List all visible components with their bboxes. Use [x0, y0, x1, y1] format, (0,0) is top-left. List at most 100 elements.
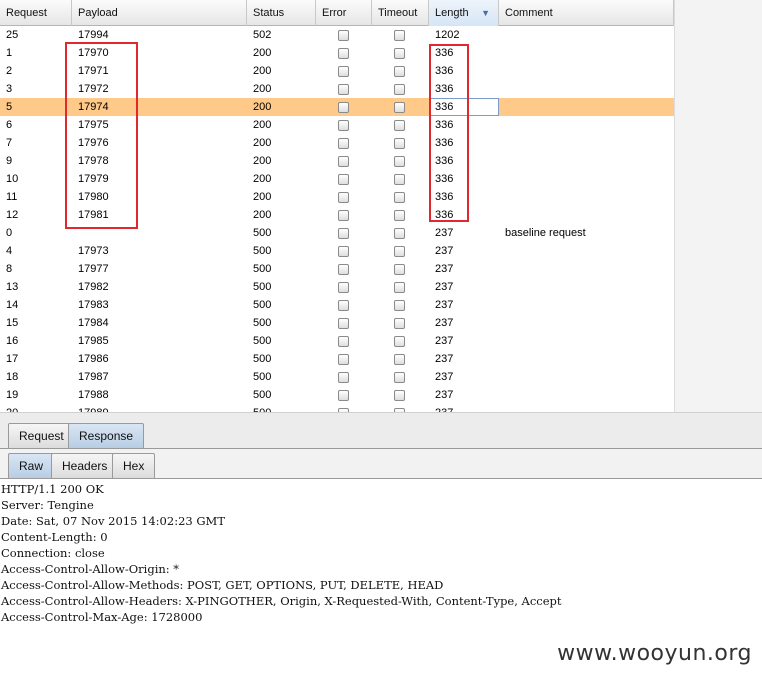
cell-request: 5 [6, 101, 13, 113]
cell-status: 500 [253, 263, 272, 275]
timeout-checkbox[interactable] [394, 354, 405, 365]
cell-timeout [372, 314, 429, 332]
table-row[interactable]: 8 17977 500 237 [0, 260, 674, 278]
error-checkbox[interactable] [338, 246, 349, 257]
cell-error [316, 224, 372, 242]
cell-payload: 17988 [78, 389, 109, 401]
error-checkbox[interactable] [338, 354, 349, 365]
cell-comment [499, 368, 674, 386]
cell-comment [499, 152, 674, 170]
cell-status: 200 [253, 47, 272, 59]
error-checkbox[interactable] [338, 174, 349, 185]
cell-payload: 17989 [72, 404, 247, 412]
error-checkbox[interactable] [338, 66, 349, 77]
timeout-checkbox[interactable] [394, 264, 405, 275]
cell-error [316, 116, 372, 134]
error-checkbox[interactable] [338, 282, 349, 293]
timeout-checkbox[interactable] [394, 66, 405, 77]
cell-status: 200 [253, 119, 272, 131]
error-checkbox[interactable] [338, 228, 349, 239]
column-header-error[interactable]: Error [316, 0, 372, 26]
tab-raw[interactable]: Raw [8, 453, 55, 478]
table-row[interactable]: 17 17986 500 237 [0, 350, 674, 368]
cell-error [316, 278, 372, 296]
cell-comment [499, 62, 674, 80]
cell-payload: 17973 [78, 245, 109, 257]
timeout-checkbox[interactable] [394, 174, 405, 185]
timeout-checkbox[interactable] [394, 84, 405, 95]
column-header-length[interactable]: Length ▼ [429, 0, 499, 26]
timeout-checkbox[interactable] [394, 156, 405, 167]
cell-payload: 17985 [78, 335, 109, 347]
response-line: Access-Control-Allow-Headers: X-PINGOTHE… [1, 594, 562, 608]
table-row[interactable]: 18 17987 500 237 [0, 368, 674, 386]
cell-length: 237 [435, 227, 454, 239]
cell-status: 500 [253, 335, 272, 347]
cell-comment [499, 350, 674, 368]
timeout-checkbox[interactable] [394, 390, 405, 401]
error-checkbox[interactable] [338, 300, 349, 311]
table-row[interactable]: 16 17985 500 237 [0, 332, 674, 350]
error-checkbox[interactable] [338, 102, 349, 113]
cell-request: 14 [6, 299, 19, 311]
error-checkbox[interactable] [338, 264, 349, 275]
error-checkbox[interactable] [338, 336, 349, 347]
timeout-checkbox[interactable] [394, 192, 405, 203]
cell-length: 1202 [435, 29, 460, 41]
error-checkbox[interactable] [338, 210, 349, 221]
error-checkbox[interactable] [338, 30, 349, 41]
table-row[interactable]: 13 17982 500 237 [0, 278, 674, 296]
timeout-checkbox[interactable] [394, 138, 405, 149]
timeout-checkbox[interactable] [394, 228, 405, 239]
timeout-checkbox[interactable] [394, 30, 405, 41]
error-checkbox[interactable] [338, 372, 349, 383]
table-row[interactable]: 14 17983 500 237 [0, 296, 674, 314]
response-raw-text[interactable]: HTTP/1.1 200 OK Server: Tengine Date: Sat,… [0, 478, 762, 625]
timeout-checkbox[interactable] [394, 372, 405, 383]
error-checkbox[interactable] [338, 138, 349, 149]
table-row[interactable]: 19 17988 500 237 [0, 386, 674, 404]
error-checkbox[interactable] [338, 318, 349, 329]
timeout-checkbox[interactable] [394, 300, 405, 311]
timeout-checkbox[interactable] [394, 318, 405, 329]
error-checkbox[interactable] [338, 120, 349, 131]
table-row[interactable]: 4 17973 500 237 [0, 242, 674, 260]
cell-status: 200 [253, 83, 272, 95]
timeout-checkbox[interactable] [394, 102, 405, 113]
column-header-payload[interactable]: Payload [72, 0, 247, 26]
tab-response[interactable]: Response [68, 423, 145, 448]
tab-hex[interactable]: Hex [112, 453, 156, 478]
timeout-checkbox[interactable] [394, 282, 405, 293]
error-checkbox[interactable] [338, 156, 349, 167]
cell-request: 9 [6, 155, 13, 167]
column-header-status[interactable]: Status [247, 0, 316, 26]
timeout-checkbox[interactable] [394, 120, 405, 131]
timeout-checkbox[interactable] [394, 210, 405, 221]
timeout-checkbox[interactable] [394, 48, 405, 59]
column-header-comment[interactable]: Comment [499, 0, 674, 26]
cell-length: 237 [435, 353, 454, 365]
timeout-checkbox[interactable] [394, 246, 405, 257]
cell-comment [499, 206, 674, 224]
tab-request[interactable]: Request [8, 423, 75, 448]
error-checkbox[interactable] [338, 192, 349, 203]
column-header-request[interactable]: Request [0, 0, 72, 26]
length-highlight-box [429, 44, 469, 222]
tab-headers[interactable]: Headers [51, 453, 119, 478]
table-row[interactable]: 2017989500 237 [0, 404, 674, 412]
error-checkbox[interactable] [338, 390, 349, 401]
timeout-checkbox[interactable] [394, 336, 405, 347]
cell-timeout [372, 44, 429, 62]
cell-payload: 17977 [78, 263, 109, 275]
cell-status: 200 [253, 137, 272, 149]
inner-tab-strip: Raw Headers Hex [0, 448, 762, 478]
error-checkbox[interactable] [338, 48, 349, 59]
column-header-timeout[interactable]: Timeout [372, 0, 429, 26]
response-line: HTTP/1.1 200 OK [1, 482, 104, 496]
cell-request: 20 [0, 404, 72, 412]
cell-request: 12 [6, 209, 19, 221]
table-row[interactable]: 15 17984 500 237 [0, 314, 674, 332]
cell-request: 7 [6, 137, 13, 149]
cell-error [316, 98, 372, 116]
error-checkbox[interactable] [338, 84, 349, 95]
